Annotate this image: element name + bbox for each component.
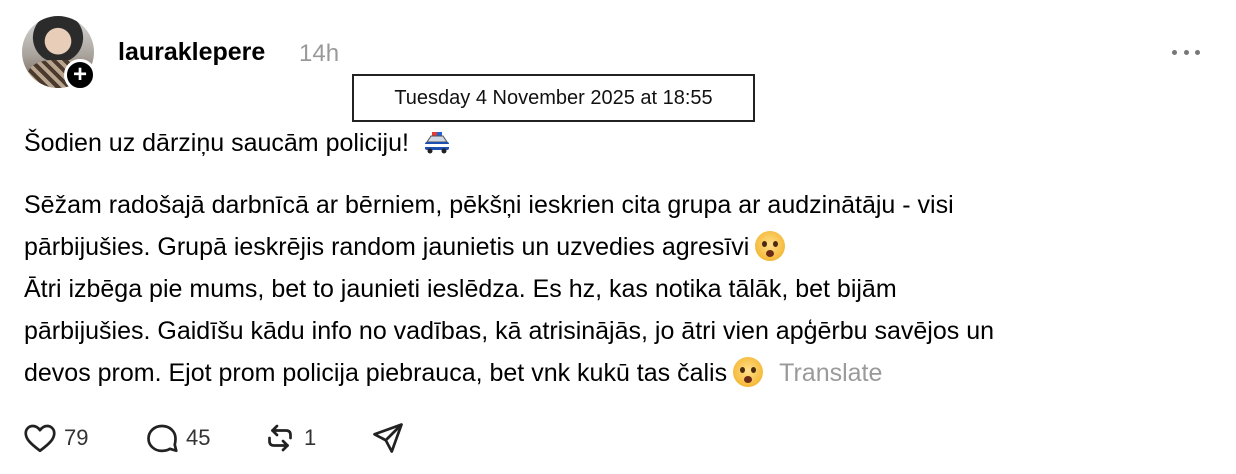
action-bar: 79 45 1	[22, 418, 522, 458]
repost-icon	[268, 424, 292, 452]
like-count: 79	[64, 425, 89, 450]
repost-button[interactable]: 1	[262, 418, 316, 458]
post-body: Šodien uz dārziņu saucām policiju! Sēžam…	[24, 122, 1174, 394]
police-car-emoji	[423, 125, 451, 154]
heart-icon	[24, 424, 56, 453]
flushed-face-emoji	[733, 357, 764, 387]
translate-link[interactable]: Translate	[779, 359, 882, 387]
post-line: pārbijušies. Grupā ieskrējis random jaun…	[24, 226, 1174, 268]
post-line: Šodien uz dārziņu saucām policiju!	[24, 122, 1174, 164]
username[interactable]: lauraklepere	[118, 38, 265, 67]
follow-plus-icon[interactable]: +	[64, 59, 96, 91]
comment-bubble-icon	[147, 424, 178, 453]
send-icon	[373, 423, 403, 453]
reply-button[interactable]: 45	[144, 418, 210, 458]
repost-count: 1	[304, 425, 317, 450]
post-line: Ātri izbēga pie mums, bet to jaunieti ie…	[24, 275, 897, 303]
share-button[interactable]	[370, 418, 406, 458]
like-button[interactable]: 79	[22, 418, 88, 458]
flushed-face-emoji	[755, 231, 786, 261]
timestamp-tooltip: Tuesday 4 November 2025 at 18:55	[352, 74, 755, 122]
post-line: Sēžam radošajā darbnīcā ar bērniem, pēkš…	[24, 191, 954, 219]
reply-count: 45	[186, 425, 211, 450]
more-options-button[interactable]	[1168, 38, 1204, 66]
post-line: devos prom. Ejot prom policija piebrauca…	[24, 357, 883, 387]
post-line: pārbijušies. Gaidīšu kādu info no vadība…	[24, 317, 995, 345]
post-time[interactable]: 14h	[299, 40, 339, 68]
more-dots-icon	[1172, 49, 1177, 55]
